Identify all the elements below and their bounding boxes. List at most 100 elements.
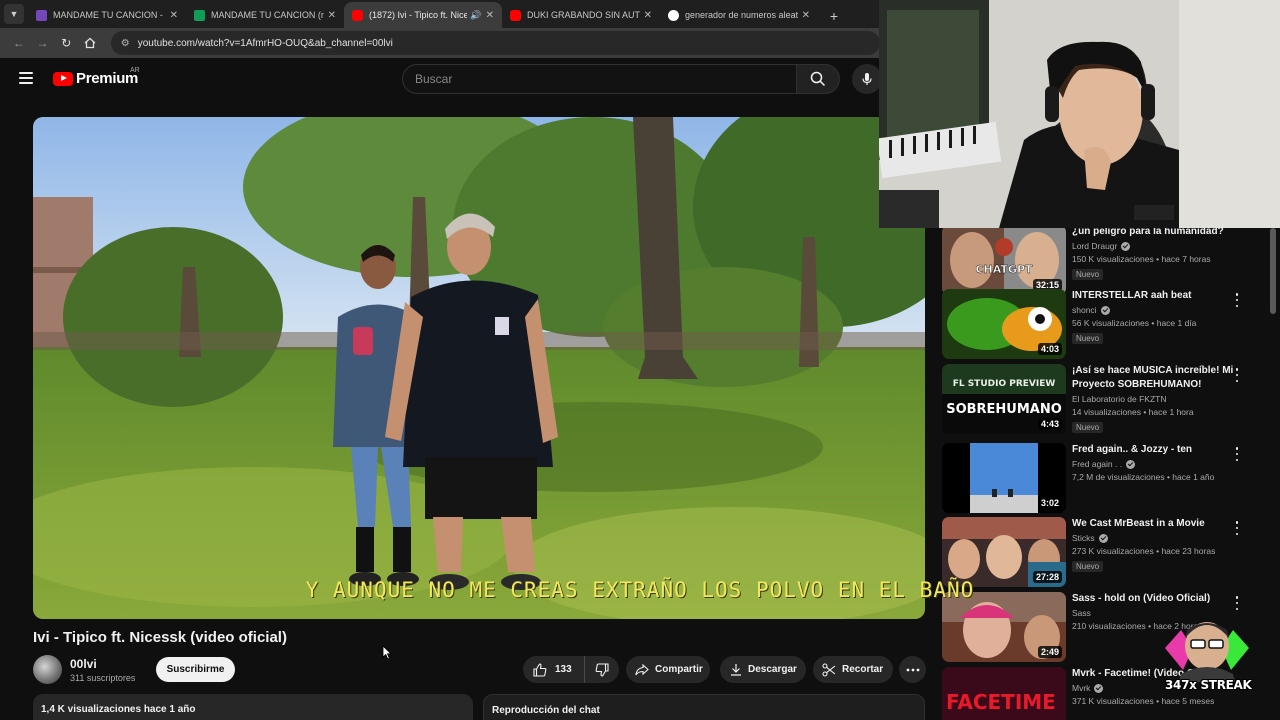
browser-tab[interactable]: generador de numeros aleato ✕ (660, 2, 818, 28)
site-info-icon[interactable]: ⚙ (121, 38, 130, 49)
share-icon (635, 663, 649, 675)
search-button[interactable] (796, 64, 840, 94)
video-thumbnail[interactable]: 4:03 (942, 289, 1066, 359)
menu-icon[interactable] (19, 72, 33, 84)
recommendations-scrollbar[interactable] (1270, 228, 1276, 314)
video-thumbnail[interactable]: FL STUDIO PREVIEW SOBREHUMANO 4:43 (942, 364, 1066, 434)
channel-avatar[interactable] (33, 655, 62, 684)
like-button[interactable]: 133 (523, 656, 585, 683)
thumbs-up-icon (533, 662, 547, 677)
rec-channel: El Laboratorio de FKZTN (1072, 394, 1167, 404)
new-badge: Nuevo (1072, 269, 1104, 280)
rec-title: INTERSTELLAR aah beat (1072, 290, 1192, 301)
more-vertical-icon[interactable] (1234, 596, 1240, 610)
forms-favicon-icon (36, 9, 47, 21)
channel-name[interactable]: 00lvi (70, 657, 97, 671)
reload-button[interactable]: ↻ (55, 32, 77, 54)
new-tab-button[interactable]: + (822, 4, 846, 28)
search-box (402, 64, 796, 94)
list-item[interactable]: 3:02 Fred again.. & Jozzy - ten Fred aga… (942, 443, 1272, 515)
video-frame (33, 117, 925, 619)
home-icon (84, 37, 96, 49)
youtube-logo[interactable]: Premium AR (53, 67, 140, 87)
more-vertical-icon[interactable] (1234, 447, 1240, 461)
video-duration: 27:28 (1032, 571, 1062, 583)
share-button[interactable]: Compartir (626, 656, 710, 683)
more-vertical-icon[interactable] (1234, 521, 1240, 535)
reload-icon: ↻ (61, 36, 72, 50)
thumbnail-caption: FACETIME (946, 690, 1056, 714)
rec-channel: Sticks (1072, 533, 1095, 543)
youtube-header: Premium AR (0, 58, 882, 102)
youtube-favicon-icon (352, 9, 363, 21)
browser-tab[interactable]: MANDAME TU CANCION (resp ✕ (186, 2, 344, 28)
view-stats: 1,4 K visualizaciones hace 1 año (41, 704, 196, 715)
video-thumbnail[interactable]: 2:49 (942, 592, 1066, 662)
verified-icon (1121, 241, 1131, 251)
more-vertical-icon[interactable] (1234, 368, 1240, 382)
close-icon[interactable]: ✕ (644, 10, 652, 21)
brand-text: Premium (76, 70, 139, 87)
thumbs-down-icon (595, 662, 609, 677)
rec-title: Fred again.. & Jozzy - ten (1072, 444, 1193, 455)
rec-meta: 273 K visualizaciones • hace 23 horas (1072, 546, 1216, 556)
video-thumbnail[interactable]: 3:02 (942, 443, 1066, 513)
youtube-favicon-icon (510, 9, 521, 21)
browser-tab[interactable]: MANDAME TU CANCION - Forr ✕ (28, 2, 186, 28)
close-icon[interactable]: ✕ (802, 10, 810, 21)
youtube-play-icon (53, 71, 73, 86)
video-thumbnail[interactable]: 27:28 (942, 517, 1066, 587)
list-item[interactable]: FL STUDIO PREVIEW SOBREHUMANO 4:43 ¡Así s… (942, 364, 1272, 436)
like-count: 133 (555, 664, 572, 675)
video-thumbnail[interactable]: CHATGPT 32:15 (942, 228, 1066, 295)
video-duration: 2:49 (1037, 646, 1062, 658)
screen: ▼ MANDAME TU CANCION - Forr ✕ MANDAME TU… (0, 0, 1280, 720)
back-button[interactable]: ← (8, 32, 30, 54)
rec-meta: 14 visualizaciones • hace 1 hora (1072, 407, 1194, 417)
tab-search-button[interactable]: ▼ (4, 4, 24, 24)
sheets-favicon-icon (194, 9, 205, 21)
home-button[interactable] (79, 32, 101, 54)
close-icon[interactable]: ✕ (486, 10, 494, 21)
description-box[interactable]: 1,4 K visualizaciones hace 1 año (33, 694, 473, 720)
subscribe-button[interactable]: Suscribirme (156, 657, 235, 682)
video-title: Ivi - Tipico ft. Nicessk (video oficial) (33, 629, 287, 646)
speaker-icon[interactable]: 🔊 (470, 10, 481, 21)
more-vertical-icon[interactable] (1234, 293, 1240, 307)
download-button[interactable]: Descargar (720, 656, 806, 683)
rec-channel: Lord Draugr (1072, 241, 1118, 251)
video-duration: 4:03 (1037, 343, 1062, 355)
browser-tab[interactable]: DUKI GRABANDO SIN AUTOTU ✕ (502, 2, 660, 28)
video-thumbnail[interactable]: FACETIME (942, 667, 1066, 720)
list-item[interactable]: CHATGPT 32:15 ¿un peligro para la humani… (942, 228, 1272, 297)
forward-button[interactable]: → (32, 32, 54, 54)
dislike-button[interactable] (585, 656, 619, 683)
verified-icon (1098, 533, 1108, 543)
rec-title: Sass - hold on (Video Oficial) (1072, 593, 1211, 604)
rec-title: ¿un peligro para la humanidad? (1072, 228, 1224, 237)
new-badge: Nuevo (1072, 422, 1104, 433)
microphone-icon (862, 73, 872, 85)
rec-meta: 56 K visualizaciones • hace 1 día (1072, 318, 1197, 328)
rec-meta: 7,2 M de visualizaciones • hace 1 año (1072, 472, 1215, 482)
close-icon[interactable]: ✕ (328, 10, 336, 21)
search-input[interactable] (415, 72, 796, 86)
address-bar[interactable]: ⚙ youtube.com/watch?v=1AfmrHO-OUQ&ab_cha… (110, 31, 880, 55)
close-icon[interactable]: ✕ (170, 10, 178, 21)
search-icon (810, 71, 826, 87)
browser-toolbar: ← → ↻ ⚙ youtube.com/watch?v=1AfmrHO-OUQ&… (0, 28, 880, 58)
voice-search-button[interactable] (852, 64, 882, 94)
rec-title: We Cast MrBeast in a Movie (1072, 518, 1205, 529)
browser-tab-active[interactable]: (1872) Ivi - Tipico ft. Nicessk 🔊 ✕ (344, 2, 502, 28)
chat-replay-box[interactable]: Reproducción del chat (483, 694, 925, 720)
list-item[interactable]: 4:03 INTERSTELLAR aah beat shonci 56 K v… (942, 289, 1272, 361)
streak-counter: 347x STREAK (1165, 678, 1252, 692)
more-actions-button[interactable] (899, 656, 926, 683)
verified-icon (1100, 305, 1110, 315)
clip-button[interactable]: Recortar (813, 656, 893, 683)
google-favicon-icon (668, 9, 679, 21)
rec-channel: Fred again . . (1072, 459, 1123, 469)
video-player[interactable] (33, 117, 925, 619)
rec-title: ¡Así se hace MUSICA increíble! Mi Proyec… (1072, 365, 1234, 390)
list-item[interactable]: 27:28 We Cast MrBeast in a Movie Sticks … (942, 517, 1272, 589)
